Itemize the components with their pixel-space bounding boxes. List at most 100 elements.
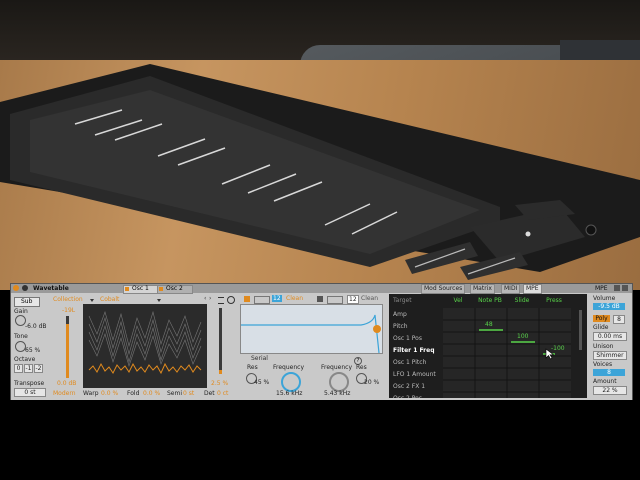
voices-value[interactable]: 8: [593, 369, 625, 376]
unison-dropdown[interactable]: Shimmer: [593, 351, 627, 360]
tab-mpe[interactable]: MPE: [523, 284, 542, 294]
osc1-tab-indicator-icon: [125, 287, 129, 291]
osc-position-slider[interactable]: [219, 308, 222, 374]
mpe-value-osc1pos-slide[interactable]: 100: [517, 333, 528, 340]
filter-response-display[interactable]: [240, 304, 383, 354]
filter1-slope[interactable]: 12: [272, 295, 282, 302]
mpe-value-pitch-notepb[interactable]: 48: [485, 321, 493, 328]
warp-label: Warp: [83, 390, 99, 397]
transpose-value[interactable]: 0 st: [14, 388, 46, 397]
wavetable-name-dropdown[interactable]: Cobalt: [100, 296, 119, 303]
filter1-type-dropdown[interactable]: Clean: [286, 295, 303, 302]
warp-value[interactable]: 0.0 %: [101, 390, 118, 397]
letterbox-bottom: [0, 400, 640, 480]
det-value[interactable]: 0 ct: [217, 390, 228, 397]
osc1-tab-label: Osc 1: [132, 285, 149, 292]
filter1-freq-value: 15.6 kHz: [276, 390, 303, 397]
poly-voices[interactable]: 8: [613, 315, 625, 324]
roli-seaboard-keyboard: [0, 64, 640, 280]
fold-label: Fold: [127, 390, 140, 397]
octave-option-1[interactable]: -1: [24, 364, 33, 373]
osc-position-value: 2.5 %: [211, 380, 229, 387]
det-label: Det: [204, 390, 215, 397]
filter2-freq-knob[interactable]: [329, 372, 349, 392]
device-power-button[interactable]: [13, 285, 19, 291]
filter2-res-label: Res: [356, 364, 367, 371]
filter1-freq-knob[interactable]: [281, 372, 301, 392]
filter1-freq-label: Frequency: [273, 364, 304, 371]
filter2-type-dropdown[interactable]: Clean: [361, 295, 378, 302]
collection-dropdown[interactable]: Collection: [53, 296, 83, 303]
osc-level-slider-fill: [66, 324, 69, 378]
fold-value[interactable]: 0.0 %: [143, 390, 160, 397]
poly-button[interactable]: Poly: [593, 315, 610, 322]
osc2-tab[interactable]: Osc 2: [157, 285, 193, 294]
filter-routing-dropdown[interactable]: Serial: [251, 355, 268, 362]
filter2-freq-label: Frequency: [321, 364, 352, 371]
filter-curve: [241, 314, 381, 354]
tab-matrix[interactable]: Matrix: [470, 284, 495, 294]
mpe-row-osc1pitch: Osc 1 Pitch: [393, 359, 427, 366]
octave-option-0[interactable]: 0: [14, 364, 23, 373]
filter1-shape-icon[interactable]: [254, 296, 270, 304]
filter2-res-value: 20 %: [364, 379, 380, 386]
wavetable-display[interactable]: [83, 304, 207, 388]
preset-name: MPE: [595, 285, 608, 292]
wavetable-device: Wavetable Osc 1 Osc 2 Mod Sources Matrix…: [10, 283, 633, 402]
osc2-tab-indicator-icon: [159, 287, 163, 291]
semi-label: Semi: [167, 390, 183, 397]
tone-label: Tone: [14, 333, 28, 340]
filter2-slope[interactable]: 12: [347, 295, 359, 304]
mpe-row-lfo1amount: LFO 1 Amount: [393, 371, 436, 378]
mpe-col-slide: Slide: [514, 297, 530, 304]
osc-level-value: -19L: [62, 307, 76, 314]
unison-label: Unison: [593, 343, 614, 350]
wavetable-circle-icon[interactable]: [227, 296, 235, 304]
osc1-tab[interactable]: Osc 1: [123, 285, 159, 294]
device-play-icon[interactable]: [22, 285, 28, 291]
gain-value: -6.0 dB: [25, 323, 47, 330]
semi-value[interactable]: 0 st: [183, 390, 194, 397]
mpe-target-header: Target: [393, 297, 412, 304]
tab-mod-sources[interactable]: Mod Sources: [421, 284, 466, 294]
gain-label: Gain: [14, 308, 28, 315]
collection-chevron-down-icon: [90, 299, 94, 302]
octave-option-2[interactable]: -2: [34, 364, 43, 373]
hot-swap-icon[interactable]: [622, 285, 628, 291]
mpe-grid[interactable]: 48 100 -100: [443, 308, 571, 398]
filter2-enable-toggle[interactable]: [317, 296, 323, 302]
mpe-row-osc1pos: Osc 1 Pos: [393, 335, 422, 342]
wavetable-waveforms: [88, 310, 202, 375]
mpe-row-amp: Amp: [393, 311, 407, 318]
device-title: Wavetable: [33, 285, 69, 292]
osc2-tab-label: Osc 2: [166, 285, 183, 292]
mpe-col-notepb: Note PB: [478, 297, 502, 304]
tab-midi[interactable]: MIDI: [501, 284, 521, 294]
volume-value[interactable]: -9.5 dB: [593, 303, 625, 310]
mpe-matrix: Target Vel Note PB Slide Press Amp Pitch…: [389, 294, 587, 398]
mpe-scrollbar[interactable]: [579, 310, 582, 350]
tone-value: 65 %: [25, 347, 41, 354]
filter2-shape-icon[interactable]: [327, 296, 343, 304]
filter2-freq-value: 5.43 kHz: [324, 390, 351, 397]
voices-label: Voices: [593, 361, 613, 368]
osc-mode-dropdown[interactable]: Modern: [53, 390, 76, 397]
wavetable-prev-icon[interactable]: ‹: [204, 295, 206, 302]
amount-value[interactable]: 22 %: [593, 386, 627, 395]
wavetable-next-icon[interactable]: ›: [209, 295, 211, 302]
filter1-res-label: Res: [247, 364, 258, 371]
wavetable-chevron-down-icon: [157, 299, 161, 302]
mouse-cursor-icon: [545, 348, 555, 360]
glide-value[interactable]: 0.00 ms: [593, 332, 627, 341]
wavetable-view-icon[interactable]: [218, 297, 224, 304]
mpe-col-vel: Vel: [453, 297, 463, 304]
mpe-row-osc2pos: Osc 2 Pos: [393, 395, 422, 398]
volume-label: Volume: [593, 295, 616, 302]
mpe-row-filter1freq: Filter 1 Freq: [393, 347, 435, 354]
transpose-label: Transpose: [14, 380, 45, 387]
osc-level-slider[interactable]: [66, 316, 69, 378]
save-preset-icon[interactable]: [614, 285, 620, 291]
filter1-enable-toggle[interactable]: [244, 296, 250, 302]
sub-button[interactable]: Sub: [14, 297, 40, 307]
amount-label: Amount: [593, 378, 617, 385]
